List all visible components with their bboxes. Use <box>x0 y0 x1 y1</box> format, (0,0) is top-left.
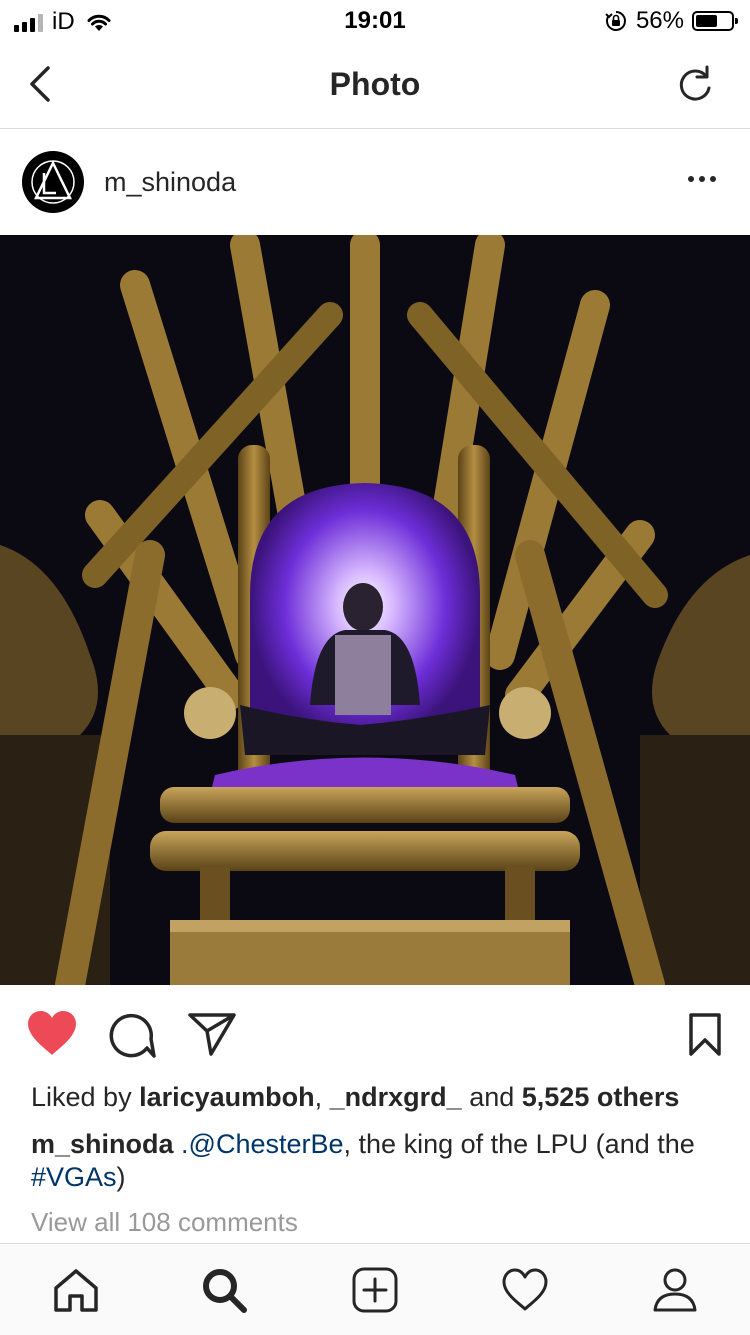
mention-link[interactable]: .@ChesterBe <box>181 1129 343 1159</box>
battery-icon <box>692 11 738 31</box>
hashtag-link[interactable]: #VGAs <box>31 1162 117 1192</box>
heart-filled-icon[interactable] <box>26 1009 78 1057</box>
new-post-icon[interactable] <box>351 1266 399 1314</box>
throne-photo-image <box>0 235 750 985</box>
refresh-icon[interactable] <box>676 64 716 104</box>
profile-icon[interactable] <box>651 1266 699 1314</box>
share-icon[interactable] <box>187 1011 237 1057</box>
orientation-lock-icon <box>605 11 626 31</box>
linkin-park-logo <box>31 160 75 204</box>
caption-username[interactable]: m_shinoda <box>31 1129 174 1159</box>
post-header: m_shinoda <box>0 129 750 235</box>
post-photo[interactable] <box>0 235 750 985</box>
likes-and: and <box>461 1082 522 1112</box>
liker-link[interactable]: laricyaumboh <box>139 1082 315 1112</box>
post-caption: m_shinoda .@ChesterBe, the king of the L… <box>31 1128 721 1194</box>
ellipsis-icon[interactable] <box>688 169 720 189</box>
page-title: Photo <box>329 66 421 102</box>
bookmark-icon[interactable] <box>688 1012 722 1058</box>
avatar[interactable] <box>22 151 84 213</box>
status-bar: iD 19:01 56% <box>0 0 750 40</box>
caption-text: , the king of the LPU (and the <box>343 1129 695 1159</box>
nav-bar: Photo <box>0 40 750 129</box>
comment-icon[interactable] <box>107 1010 157 1060</box>
caption-text-end: ) <box>116 1162 126 1192</box>
battery-percent: 56% <box>635 7 684 34</box>
liker-link[interactable]: _ndrxgrd_ <box>330 1082 462 1112</box>
view-comments-link[interactable]: View all 108 comments <box>31 1207 298 1238</box>
likes-sep: , <box>314 1082 330 1112</box>
likes-prefix: Liked by <box>31 1082 140 1112</box>
search-icon[interactable] <box>200 1266 248 1314</box>
battery-fill <box>696 15 718 27</box>
home-icon[interactable] <box>52 1266 100 1314</box>
post-username[interactable]: m_shinoda <box>104 167 236 198</box>
post-actions <box>0 1005 750 1065</box>
activity-icon[interactable] <box>501 1266 549 1314</box>
tab-bar <box>0 1243 750 1335</box>
likes-summary: Liked by laricyaumboh, _ndrxgrd_ and 5,5… <box>31 1082 679 1113</box>
status-right: 56% <box>604 7 738 35</box>
likes-others-link[interactable]: 5,525 others <box>522 1082 680 1112</box>
